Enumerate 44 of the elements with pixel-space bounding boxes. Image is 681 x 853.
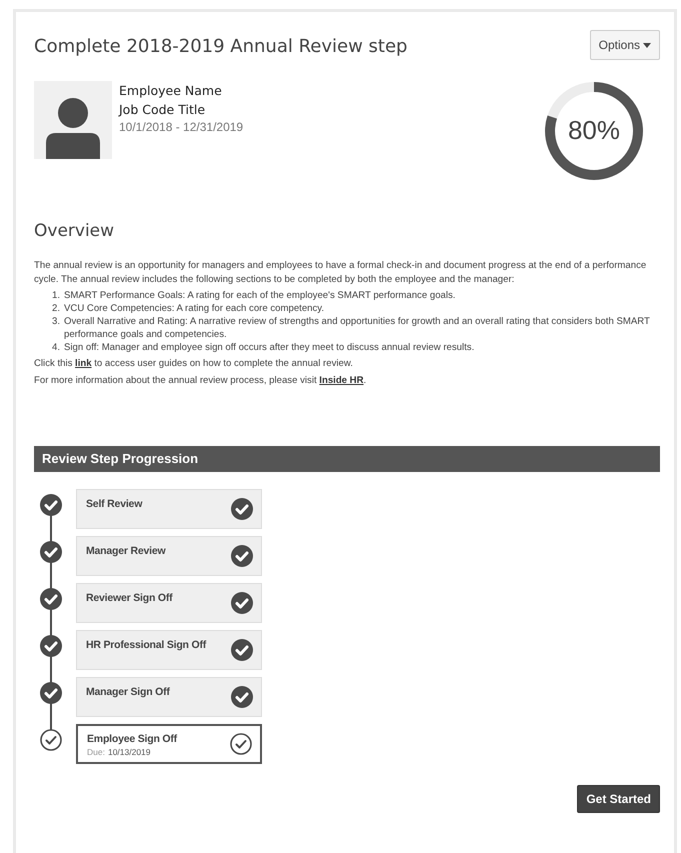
- step-label: Reviewer Sign Off: [86, 592, 172, 604]
- page-title: Complete 2018-2019 Annual Review step: [34, 36, 408, 57]
- get-started-button[interactable]: Get Started: [577, 785, 660, 813]
- step-label: Self Review: [86, 498, 142, 510]
- guide-link[interactable]: link: [75, 358, 92, 369]
- due-date: 10/13/2019: [108, 747, 151, 757]
- list-text: SMART Performance Goals: A rating for each of the employee's SMART performance goals.: [64, 289, 456, 302]
- list-number: 1.: [52, 289, 62, 302]
- step-label: HR Professional Sign Off: [86, 639, 206, 651]
- step-card[interactable]: Employee Sign Off Due: 10/13/2019: [76, 724, 262, 764]
- section-heading: Overview: [34, 221, 116, 241]
- check-circle-icon: [231, 686, 253, 708]
- progress-percent: 80%: [566, 115, 622, 145]
- step-card[interactable]: HR Professional Sign Off: [76, 630, 262, 670]
- step-card[interactable]: Manager Review: [76, 536, 262, 576]
- step-label: Manager Sign Off: [86, 686, 170, 698]
- info-text: For more information about the annual review process, please visit Inside HR.: [34, 374, 368, 388]
- list-number: 3.: [52, 315, 62, 329]
- step-label: Employee Sign Off: [87, 733, 177, 745]
- step-card[interactable]: Reviewer Sign Off: [76, 583, 262, 623]
- overview-text: The annual review is an opportunity for managers and employees to have a formal check-in and document progress at the end of a performance cycle. The annual review includes the following sections to be completed by both the employee and the manager:: [34, 259, 648, 287]
- options-button[interactable]: Options: [590, 30, 660, 60]
- inside-hr-link[interactable]: Inside HR: [319, 375, 364, 386]
- check-circle-icon: [231, 639, 253, 661]
- employee-name: Employee Name: [119, 82, 223, 100]
- list-number: 2.: [52, 302, 62, 315]
- step-card[interactable]: Manager Sign Off: [76, 677, 262, 717]
- check-circle-icon: [231, 498, 253, 520]
- job-title: Job Code Title: [119, 101, 206, 119]
- list-text: Sign off: Manager and employee sign off occurs after they meet to discuss annual review results.: [64, 341, 476, 354]
- due-label: Due:: [87, 747, 105, 757]
- check-circle-icon: [230, 733, 252, 755]
- list-text: VCU Core Competencies: A rating for each core competency.: [64, 302, 326, 315]
- step-card[interactable]: Self Review: [76, 489, 262, 529]
- check-circle-icon: [231, 545, 253, 567]
- check-circle-icon: [231, 592, 253, 614]
- list-text: Overall Narrative and Rating: A narrative review of strengths and opportunities for growth and an overall rating that considers both SMART performance goals and competencies.: [64, 315, 651, 341]
- caret-icon: [643, 42, 651, 48]
- section-header-bar: Review Step Progression: [34, 446, 660, 472]
- review-period: 10/1/2018 - 12/31/2019: [119, 119, 244, 135]
- step-label: Manager Review: [86, 545, 166, 557]
- list-number: 4.: [52, 341, 62, 354]
- avatar-icon: [34, 81, 112, 159]
- guide-text: Click this link to access user guides on how to complete the annual review.: [34, 357, 354, 371]
